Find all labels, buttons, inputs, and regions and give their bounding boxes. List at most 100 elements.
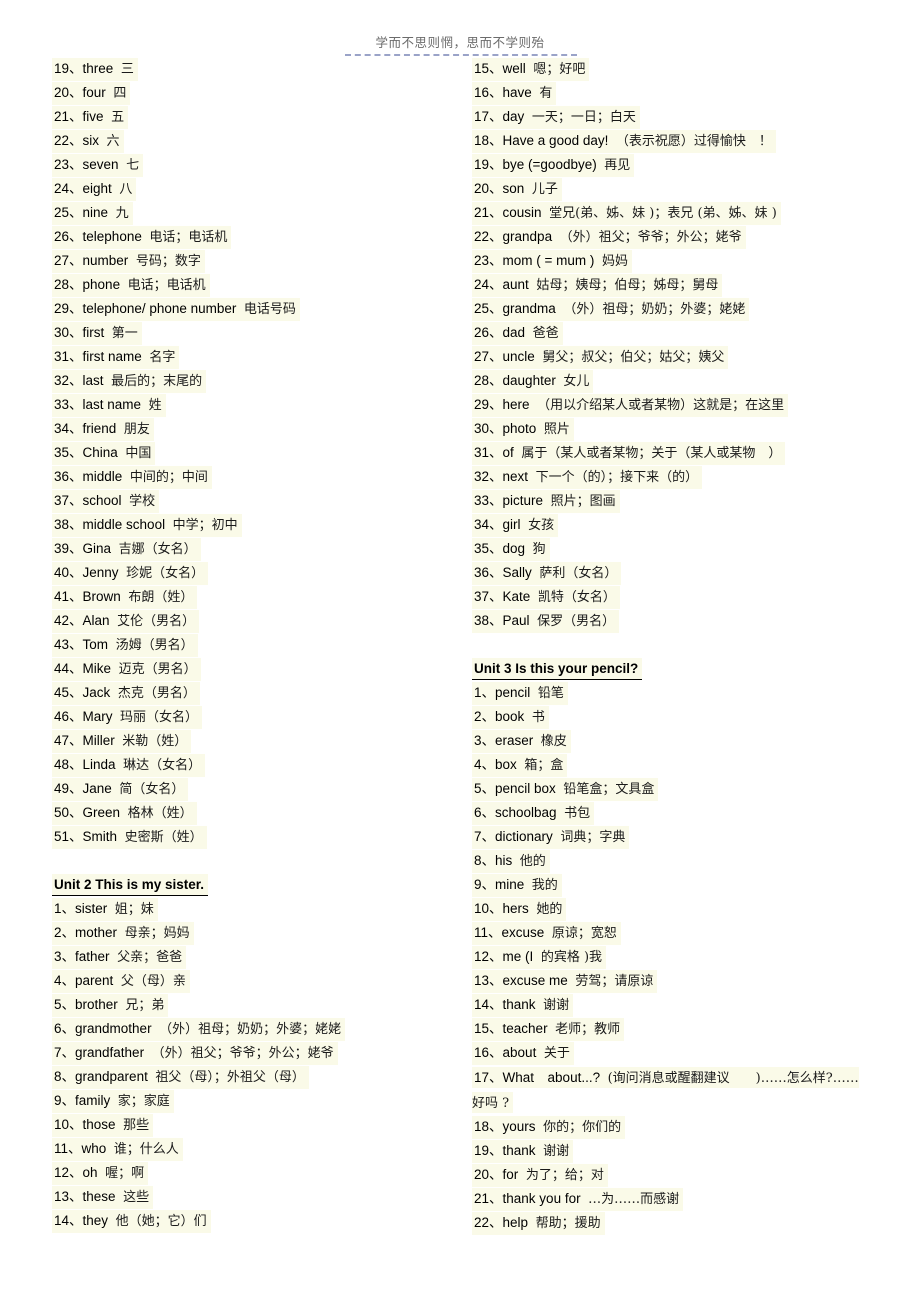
vocab-entry-number: 31、 — [474, 445, 503, 460]
vocab-entry-english: friend — [82, 421, 117, 436]
vocab-entry-chinese: 电话；电话机 — [127, 278, 206, 293]
vocab-entry-chinese: 一天；一日；白天 — [531, 110, 636, 125]
vocab-entry-highlight: 8、grandparent 祖父（母）；外祖父（母） — [52, 1066, 309, 1089]
vocab-entry: 32、next 下一个（的）；接下来（的） — [472, 466, 872, 490]
vocab-entry-chinese: 书 — [531, 710, 545, 725]
vocab-entry-highlight: 35、China 中国 — [52, 442, 156, 465]
vocab-entry: 3、father 父亲；爸爸 — [52, 946, 472, 970]
vocab-entry-highlight: 39、Gina 吉娜（女名） — [52, 538, 201, 561]
vocab-entry-number: 8、 — [474, 853, 496, 868]
vocab-entry-gap — [524, 877, 532, 892]
vocab-entry-english: middle — [82, 469, 123, 484]
vocab-entry-highlight: 11、excuse 原谅；宽恕 — [472, 922, 621, 945]
vocab-entry-chinese: 三 — [120, 62, 134, 77]
vocab-entry-english: Mike — [82, 661, 112, 676]
vocab-entry-gap — [113, 61, 121, 76]
vocab-entry-number: 10、 — [474, 901, 503, 916]
vocab-entry-english: excuse — [501, 925, 545, 940]
vocab-entry-chinese: 词典；字典 — [560, 830, 626, 845]
vocab-entry-chinese: 号码；数字 — [135, 254, 201, 269]
vocab-entry-gap — [536, 421, 544, 436]
vocab-entry-number: 9、 — [474, 877, 496, 892]
vocab-entry-chinese: 电话；电话机 — [149, 230, 228, 245]
vocab-entry-chinese: 你的；你们的 — [543, 1120, 622, 1135]
vocab-entry-gap — [122, 493, 130, 508]
vocab-entry-chinese: 中国 — [125, 446, 152, 461]
vocab-entry-chinese: 汤姆（男名） — [115, 638, 194, 653]
vocab-entry: 31、first name 名字 — [52, 346, 472, 370]
vocab-entry-english: grandpa — [502, 229, 553, 244]
vocab-entry: 43、Tom 汤姆（男名） — [52, 634, 472, 658]
vocab-entry: 19、three 三 — [52, 58, 472, 82]
vocab-entry-highlight: 22、help 帮助；援助 — [472, 1212, 605, 1235]
document-columns: 19、three 三 20、four 四 21、five 五 22、six 六 23、s… — [0, 58, 920, 1236]
vocab-entry-number: 11、 — [474, 925, 502, 940]
vocab-entry-gap — [512, 853, 520, 868]
vocab-entry-highlight: 6、grandmother （外）祖母；奶奶；外婆；姥姥 — [52, 1018, 346, 1041]
vocab-entry-highlight: 28、phone 电话；电话机 — [52, 274, 210, 297]
vocab-entry-gap — [521, 517, 529, 532]
vocab-entry-highlight: 33、picture 照片；图画 — [472, 490, 620, 513]
vocab-entry: 15、well 嗯；好吧 — [472, 58, 872, 82]
vocab-entry: 37、school 学校 — [52, 490, 472, 514]
vocab-entry-highlight: 25、nine 九 — [52, 202, 133, 225]
vocab-entry-english: who — [81, 1141, 107, 1156]
vocab-entry-chinese: 父（母）亲 — [120, 974, 186, 989]
vocab-entry: 7、dictionary 词典；字典 — [472, 826, 872, 850]
vocab-entry: 8、his 他的 — [472, 850, 872, 874]
vocab-entry-highlight: 13、excuse me 劳驾；请原谅 — [472, 970, 658, 993]
vocab-entry-gap — [116, 757, 124, 772]
vocab-entry-english: hers — [502, 901, 529, 916]
vocab-entry-number: 1、 — [54, 901, 76, 916]
vocab-entry-chinese: 家；家庭 — [117, 1094, 170, 1109]
vocab-entry-chinese: 女儿 — [563, 374, 590, 389]
vocab-entry-number: 22、 — [54, 133, 83, 148]
vocab-entry-highlight: 1、pencil 铅笔 — [472, 682, 568, 705]
vocab-entry-number: 36、 — [54, 469, 83, 484]
vocab-entry-highlight: 27、number 号码；数字 — [52, 250, 205, 273]
vocab-entry-english: last — [82, 373, 104, 388]
vocab-entry-number: 13、 — [474, 973, 503, 988]
vocab-entry-english: father — [75, 949, 110, 964]
vocab-entry-chinese: 的宾格 )我 — [540, 950, 603, 965]
vocab-entry: 7、grandfather （外）祖父；爷爷；外公；姥爷 — [52, 1042, 472, 1066]
vocab-entry-chinese: 舅父；叔父；伯父；姑父；姨父 — [542, 350, 725, 365]
vocab-entry-highlight: 28、daughter 女儿 — [472, 370, 594, 393]
vocab-entry-gap — [110, 685, 118, 700]
vocab-entry-english: here — [502, 397, 530, 412]
vocab-entry-number: 19、 — [54, 61, 83, 76]
vocab-entry: 8、grandparent 祖父（母）；外祖父（母） — [52, 1066, 472, 1090]
vocab-entry-chinese: 兄；弟 — [125, 998, 165, 1013]
vocab-entry-gap — [106, 1141, 114, 1156]
vocab-entry: 35、China 中国 — [52, 442, 472, 466]
vocab-entry-highlight: 19、bye (=goodbye) 再见 — [472, 154, 635, 177]
vocab-entry-number: 44、 — [54, 661, 83, 676]
vocab-entry-number: 40、 — [54, 565, 83, 580]
vocab-entry-highlight: 5、brother 兄；弟 — [52, 994, 169, 1017]
vocab-entry-english: those — [82, 1117, 116, 1132]
vocab-entry-english: sister — [75, 901, 108, 916]
vocab-entry-number: 22、 — [474, 229, 503, 244]
vocab-entry-english: these — [82, 1189, 116, 1204]
vocab-entry-gap — [119, 565, 127, 580]
vocab-entry-english: eight — [82, 181, 112, 196]
vocab-entry-chinese: 儿子 — [531, 182, 558, 197]
vocab-entry: 20、four 四 — [52, 82, 472, 106]
vocab-entry-highlight: 37、Kate 凯特（女名） — [472, 586, 620, 609]
vocab-entry-chinese: 再见 — [604, 158, 631, 173]
vocab-entry: 20、son 儿子 — [472, 178, 872, 202]
vocab-entry: 23、seven 七 — [52, 154, 472, 178]
vocab-entry-english: Mary — [82, 709, 113, 724]
vocab-entry-english: they — [82, 1213, 109, 1228]
vocab-entry-number: 50、 — [54, 805, 83, 820]
vocab-entry-chinese: 四 — [113, 86, 127, 101]
vocab-entry-chinese: 她的 — [536, 902, 563, 917]
vocab-entry-gap — [113, 709, 121, 724]
vocab-entry-chinese: 中学；初中 — [172, 518, 238, 533]
vocab-entry-english: picture — [502, 493, 544, 508]
vocab-entry-number: 17、 — [474, 1070, 503, 1085]
vocab-entry-number: 9、 — [54, 1093, 76, 1108]
vocab-entry-chinese: 格林（姓） — [127, 806, 193, 821]
vocab-entry-chinese: 母亲；妈妈 — [124, 926, 190, 941]
vocab-entry-english: girl — [502, 517, 521, 532]
